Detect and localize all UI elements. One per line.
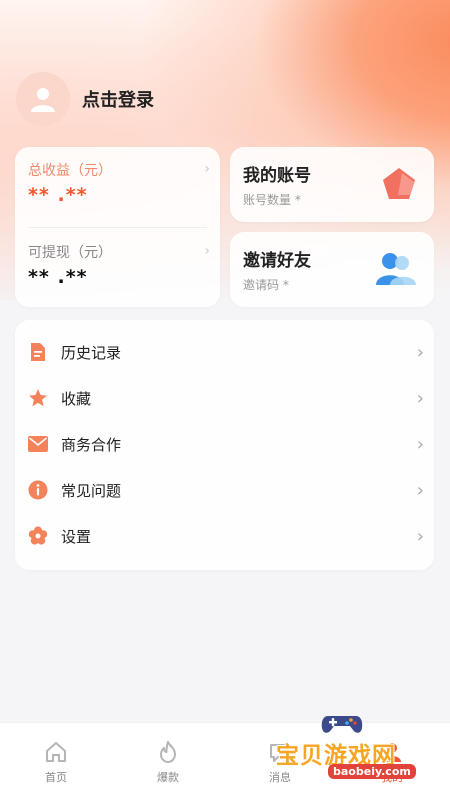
menu-item-history[interactable]: 历史记录 › [15,330,434,374]
tab-home[interactable]: 首页 [0,723,112,800]
invite-code-label: 邀请码 * [243,278,289,292]
document-icon [28,342,48,362]
chevron-right-icon: › [416,433,424,455]
info-icon [28,480,48,500]
menu-item-favorites[interactable]: 收藏 › [15,376,434,420]
user-avatar-icon[interactable] [16,72,70,126]
invite-friends-card[interactable]: 邀请好友 邀请码 * [230,232,434,307]
total-earnings-value: ** .** [28,184,88,206]
pentagon-badge-icon [380,165,418,207]
settings-flower-icon [28,526,48,546]
tab-label-home: 首页 [45,771,67,784]
tab-hot[interactable]: 爆款 [112,723,224,800]
login-link[interactable]: 点击登录 [82,86,154,112]
people-icon [374,250,418,292]
mail-icon [28,434,48,454]
menu-label-business: 商务合作 [61,435,122,454]
home-icon [45,741,67,767]
menu-list: 历史记录 › 收藏 › 商务合作 › 常见问题 › 设置 › [15,320,434,570]
menu-label-favorites: 收藏 [61,389,92,408]
earnings-card: 总收益（元） › ** .** 可提现（元） › ** .** [15,147,220,307]
total-earnings-label: 总收益（元） [28,163,112,179]
account-count-label: 账号数量 * [243,193,301,207]
watermark: 宝贝游戏网 baobeiy.com [272,708,422,788]
my-account-title: 我的账号 [243,166,311,186]
menu-item-settings[interactable]: 设置 › [15,514,434,558]
withdrawable-label: 可提现（元） [28,245,112,261]
withdrawable-value: ** .** [28,266,88,288]
menu-item-business[interactable]: 商务合作 › [15,422,434,466]
chevron-right-icon: › [416,479,424,501]
login-area[interactable]: 点击登录 [16,72,154,126]
flame-icon [157,741,179,767]
invite-friends-title: 邀请好友 [243,251,311,271]
chevron-right-icon: › [416,387,424,409]
chevron-right-icon: › [416,525,424,547]
menu-item-faq[interactable]: 常见问题 › [15,468,434,512]
star-icon [28,388,48,408]
chevron-right-icon: › [416,341,424,363]
watermark-url: baobeiy.com [328,764,416,779]
chevron-right-icon: › [204,161,210,177]
menu-label-faq: 常见问题 [61,481,122,500]
chevron-right-icon: › [204,243,210,259]
withdrawable-earnings[interactable]: 可提现（元） › ** .** [15,229,220,304]
total-earnings[interactable]: 总收益（元） › ** .** [15,147,220,222]
menu-label-history: 历史记录 [61,343,122,362]
my-account-card[interactable]: 我的账号 账号数量 * [230,147,434,222]
tab-label-hot: 爆款 [157,771,179,784]
menu-label-settings: 设置 [61,527,92,546]
divider [28,227,207,228]
